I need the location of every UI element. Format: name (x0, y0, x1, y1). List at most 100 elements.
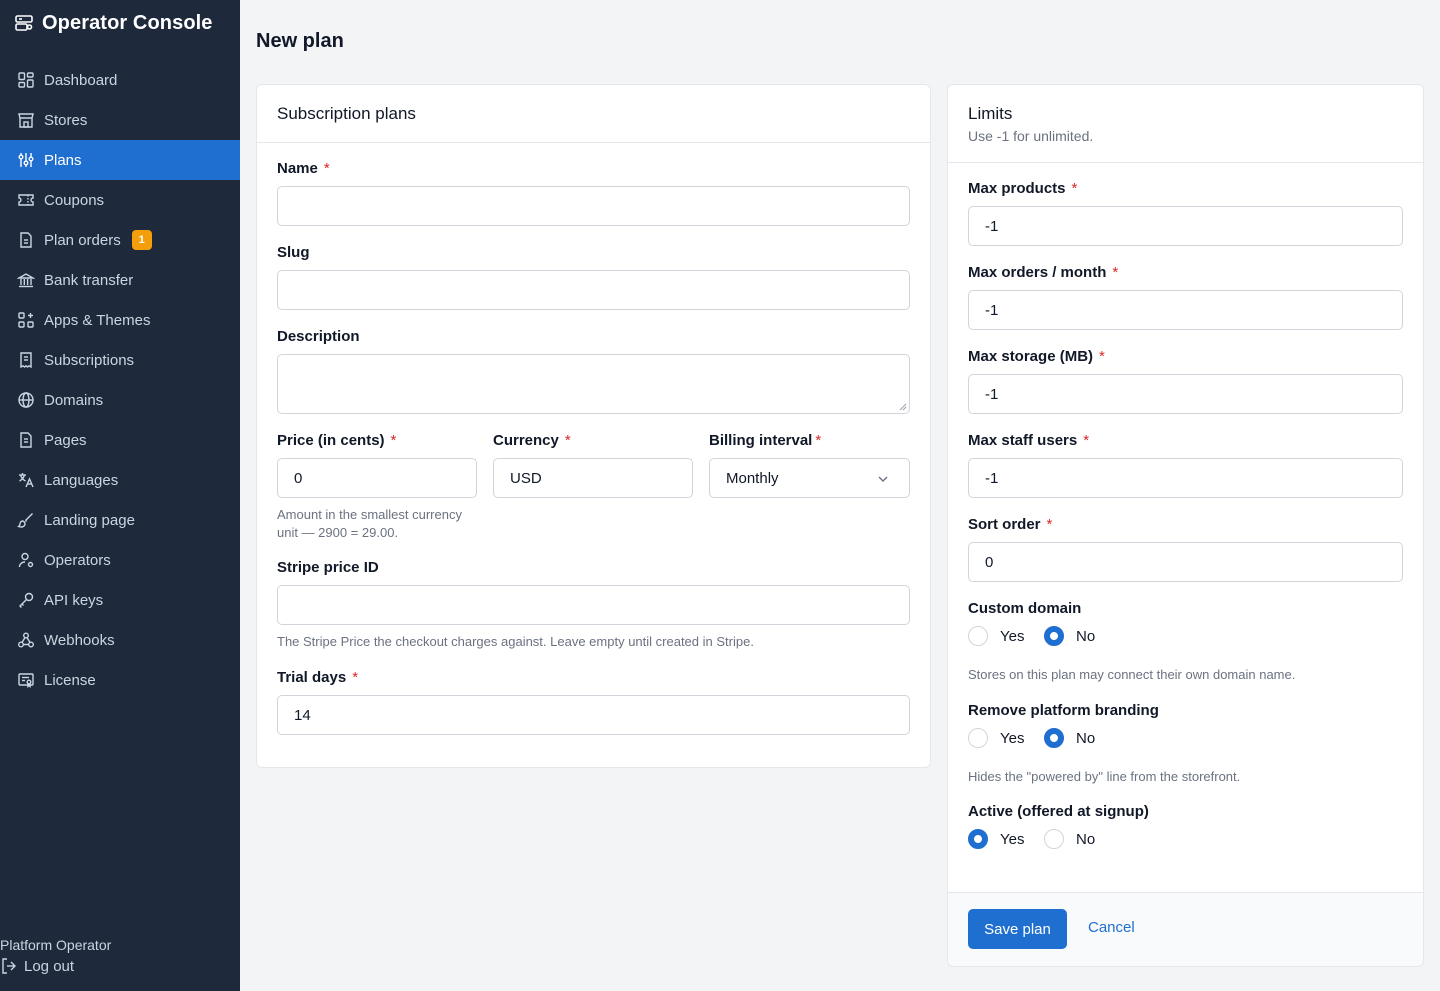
radio-no[interactable] (1044, 728, 1064, 748)
radio-no[interactable] (1044, 626, 1064, 646)
max-products-input[interactable]: -1 (968, 206, 1403, 246)
custom-domain-yes-option[interactable]: Yes (968, 626, 1024, 646)
custom-domain-no-option[interactable]: No (1044, 626, 1095, 646)
price-input[interactable]: 0 (277, 458, 477, 498)
console-icon (15, 15, 33, 31)
sidebar-item-label: Dashboard (44, 71, 118, 89)
name-label: Name * (277, 160, 330, 177)
current-user-name: Platform Operator (0, 937, 112, 953)
active-no-option[interactable]: No (1044, 829, 1095, 849)
radio-yes[interactable] (968, 829, 988, 849)
sidebar-item-license[interactable]: License (0, 660, 240, 700)
price-label: Price (in cents) * (277, 432, 397, 449)
sidebar-item-label: Webhooks (44, 631, 115, 649)
sidebar-item-domains[interactable]: Domains (0, 380, 240, 420)
dashboard-icon (18, 72, 34, 88)
bank-icon (17, 273, 35, 288)
custom-domain-label: Custom domain (968, 600, 1082, 617)
radio-no[interactable] (1044, 829, 1064, 849)
sidebar-item-pages[interactable]: Pages (0, 420, 240, 460)
max-storage-input[interactable]: -1 (968, 374, 1403, 414)
required-marker: * (1046, 516, 1053, 533)
trial-days-input[interactable]: 14 (277, 695, 910, 735)
max-staff-input[interactable]: -1 (968, 458, 1403, 498)
stripe-label: Stripe price ID (277, 559, 379, 576)
sidebar-item-landing-page[interactable]: Landing page (0, 500, 240, 540)
webhook-icon (18, 632, 34, 648)
store-icon (18, 113, 34, 128)
max-staff-label: Max staff users * (968, 432, 1090, 449)
sidebar-item-languages[interactable]: Languages (0, 460, 240, 500)
currency-input[interactable]: USD (493, 458, 693, 498)
stripe-help: The Stripe Price the checkout charges ag… (277, 634, 754, 649)
sidebar-item-webhooks[interactable]: Webhooks (0, 620, 240, 660)
sidebar-item-stores[interactable]: Stores (0, 100, 240, 140)
required-marker: * (1083, 432, 1090, 449)
sidebar-item-label: Languages (44, 471, 119, 489)
sidebar-item-label: Stores (44, 111, 88, 129)
radio-yes[interactable] (968, 728, 988, 748)
stripe-price-input[interactable] (277, 585, 910, 625)
remove-branding-yes-option[interactable]: Yes (968, 728, 1024, 748)
logout-button[interactable]: Log out (0, 955, 111, 977)
resize-grip-icon[interactable] (899, 403, 907, 411)
sidebar-item-label: Plan orders (44, 231, 121, 249)
active-yes-option[interactable]: Yes (968, 829, 1024, 849)
active-label: Active (offered at signup) (968, 803, 1149, 820)
sidebar-item-subscriptions[interactable]: Subscriptions (0, 340, 240, 380)
sidebar-item-label: Apps & Themes (44, 311, 151, 329)
price-help: Amount in the smallest currency unit — 2… (277, 507, 462, 540)
required-marker: * (1099, 348, 1105, 365)
radio-no-label: No (1076, 830, 1096, 848)
save-plan-button[interactable]: Save plan (968, 909, 1067, 949)
app-title: Operator Console (42, 11, 213, 34)
file-icon (20, 232, 32, 248)
radio-yes[interactable] (968, 626, 988, 646)
remove-branding-no-option[interactable]: No (1044, 728, 1095, 748)
sidebar-item-bank-transfer[interactable]: Bank transfer (0, 260, 240, 300)
max-orders-label: Max orders / month * (968, 264, 1119, 281)
required-marker: * (815, 432, 822, 449)
sidebar-item-dashboard[interactable]: Dashboard (0, 60, 240, 100)
sliders-icon (18, 153, 34, 167)
sort-order-input[interactable]: 0 (968, 542, 1403, 582)
name-input[interactable] (277, 186, 910, 226)
max-products-label: Max products * (968, 180, 1078, 197)
sidebar-item-label: Plans (44, 151, 82, 169)
globe-icon (18, 392, 34, 408)
max-orders-input[interactable]: -1 (968, 290, 1403, 330)
required-marker: * (1071, 180, 1078, 197)
billing-interval-select[interactable]: Monthly (709, 458, 910, 498)
brand[interactable]: Operator Console (14, 10, 213, 36)
radio-yes-label: Yes (1000, 830, 1025, 848)
sidebar-item-label: License (44, 671, 96, 689)
sidebar-item-operators[interactable]: Operators (0, 540, 240, 580)
sidebar-item-api-keys[interactable]: API keys (0, 580, 240, 620)
required-marker: * (390, 432, 397, 449)
required-marker: * (323, 160, 330, 177)
slug-label: Slug (277, 244, 310, 261)
certificate-icon (18, 673, 34, 688)
logout-icon (2, 958, 16, 974)
sidebar-item-label: API keys (44, 591, 104, 609)
logout-label: Log out (24, 957, 75, 975)
radio-no-label: No (1076, 627, 1096, 645)
user-cog-icon (18, 552, 34, 568)
required-marker: * (1112, 264, 1119, 281)
sidebar-item-plans[interactable]: Plans (0, 140, 240, 180)
description-textarea[interactable] (277, 354, 910, 414)
sidebar: Operator Console Dashboard Stores Plans … (0, 0, 240, 991)
plan-details-card: Subscription plans Name * Slug Descriptio… (256, 84, 931, 768)
plan-details-header: Subscription plans (257, 85, 930, 143)
sidebar-item-apps-themes[interactable]: Apps & Themes (0, 300, 240, 340)
required-marker: * (564, 432, 571, 449)
sidebar-item-coupons[interactable]: Coupons (0, 180, 240, 220)
slug-input[interactable] (277, 270, 910, 310)
page-title: New plan (256, 30, 344, 52)
sort-order-label: Sort order * (968, 516, 1053, 533)
sidebar-item-label: Subscriptions (44, 351, 135, 369)
required-marker: * (352, 669, 359, 686)
sidebar-item-label: Domains (44, 391, 104, 409)
cancel-link[interactable]: Cancel (1088, 919, 1135, 936)
sidebar-item-plan-orders[interactable]: Plan orders 1 (0, 220, 240, 260)
